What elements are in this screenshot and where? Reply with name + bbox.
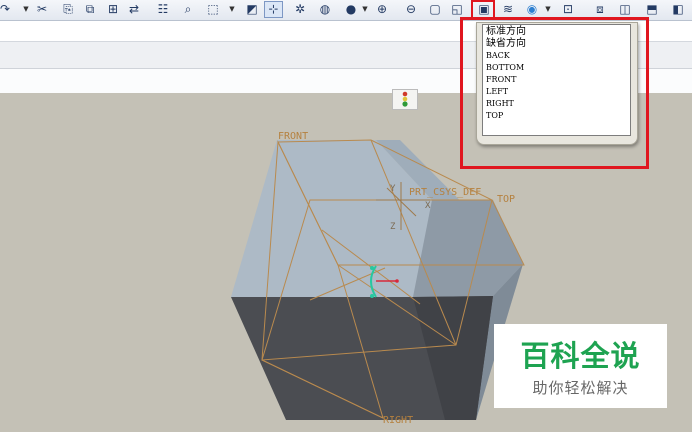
watermark-title: 百科全说 — [520, 339, 641, 373]
datum-label-right: RIGHT — [383, 415, 413, 426]
watermark-subtitle: 助你轻松解决 — [532, 379, 629, 397]
csys-axis-label-z: Z — [390, 222, 396, 232]
datum-label-top: TOP — [497, 194, 515, 205]
csys-axis-label-y: Y — [390, 184, 396, 194]
highlight-annotation — [460, 17, 649, 169]
watermark-logo: 百科全说 助你轻松解决 — [494, 324, 667, 408]
datum-label-front: FRONT — [278, 131, 308, 142]
csys-label: PRT_CSYS_DEF — [409, 187, 481, 198]
csys-axis-label-x: X — [425, 201, 431, 211]
highlight-annotation-button — [471, 0, 495, 19]
